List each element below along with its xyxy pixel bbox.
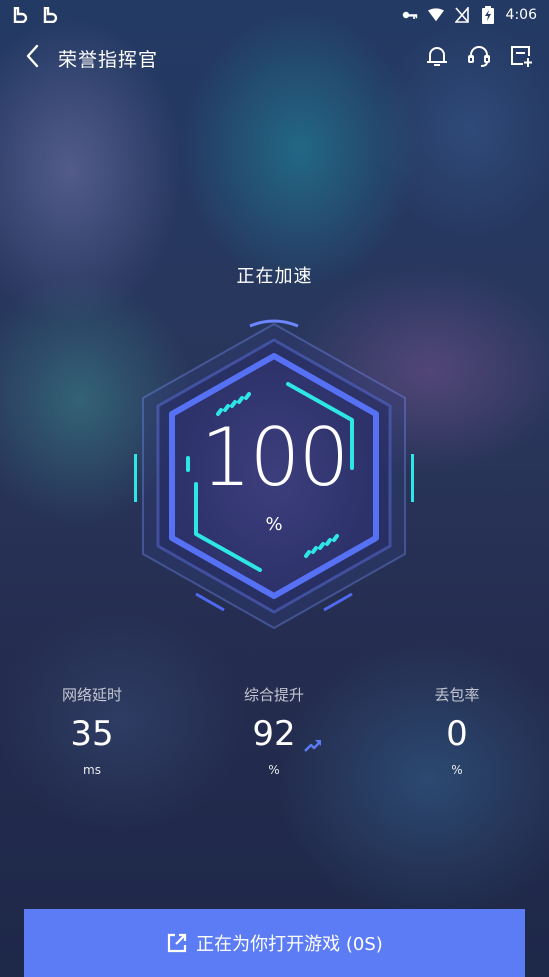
external-link-icon — [166, 932, 188, 954]
support-button[interactable] — [465, 44, 493, 72]
notification-button[interactable] — [423, 44, 451, 72]
wifi-icon — [427, 7, 444, 23]
stat-value: 92 — [252, 714, 296, 754]
b-app-icon — [12, 7, 28, 23]
trend-up-icon — [303, 725, 322, 752]
stat-label: 综合提升 — [243, 686, 304, 704]
accelerate-status: 正在加速 — [236, 266, 313, 287]
stat-unit: ms — [83, 763, 101, 777]
back-button[interactable] — [14, 40, 50, 76]
stat-improvement: 综合提升 92 % — [194, 684, 354, 777]
stat-unit: % — [268, 763, 280, 777]
stat-label: 网络延时 — [61, 686, 122, 704]
b-app-icon — [42, 7, 58, 23]
no-sim-icon — [454, 7, 470, 23]
stats-row: 网络延时 35 ms 综合提升 92 % 丢包率 0 % — [0, 684, 549, 794]
status-time: 4:06 — [505, 7, 537, 23]
open-game-label: 正在为你打开游戏 (0S) — [196, 934, 383, 955]
progress-unit: % — [265, 514, 283, 535]
open-game-button[interactable]: 正在为你打开游戏 (0S) — [24, 909, 525, 977]
page-title: 荣誉指挥官 — [58, 48, 159, 71]
stat-latency: 网络延时 35 ms — [12, 684, 172, 777]
add-shortcut-icon — [509, 44, 533, 72]
progress-gauge: 100 % — [124, 318, 424, 634]
status-bar: 4:06 — [0, 0, 549, 30]
bell-icon — [425, 44, 449, 72]
key-icon — [402, 7, 418, 23]
add-shortcut-button[interactable] — [507, 44, 535, 72]
app-header: 荣誉指挥官 — [0, 30, 549, 86]
stat-value: 0 — [446, 714, 468, 754]
chevron-left-icon — [25, 44, 39, 72]
progress-value: 100 — [200, 411, 350, 504]
headset-icon — [467, 44, 491, 72]
stat-unit: % — [451, 763, 463, 777]
stat-label: 丢包率 — [434, 686, 480, 704]
battery-charging-icon — [480, 6, 496, 24]
stat-packet-loss: 丢包率 0 % — [377, 684, 537, 777]
stat-value: 35 — [70, 714, 114, 754]
stat-value-wrap: 92 — [252, 714, 321, 754]
